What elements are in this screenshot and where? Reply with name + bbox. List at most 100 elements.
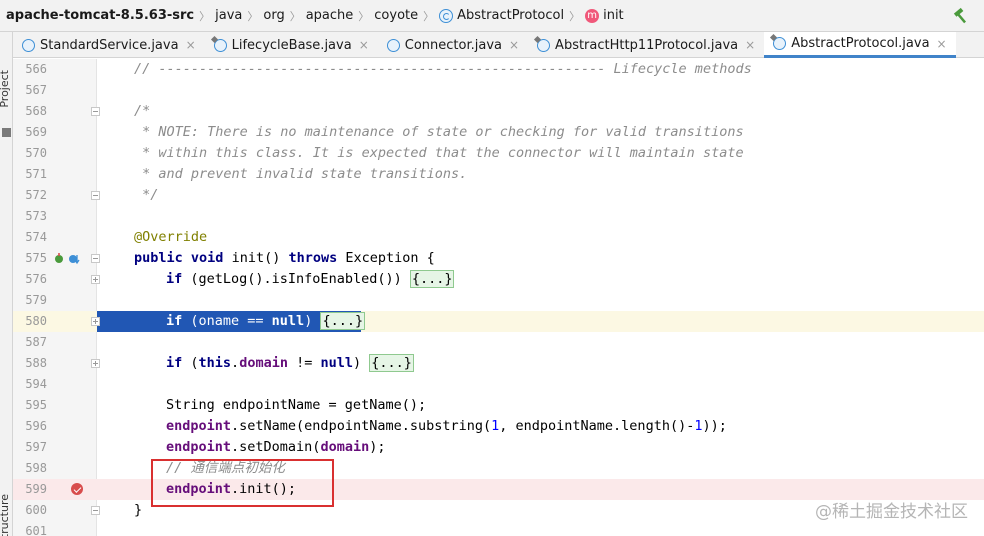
method-icon: m [585, 8, 600, 23]
build-hammer-icon[interactable] [952, 7, 970, 25]
code-line[interactable]: 573 [13, 206, 984, 227]
close-icon[interactable]: × [745, 38, 755, 52]
project-tool-tab[interactable]: Project [0, 70, 11, 108]
tab-lifecycle-base[interactable]: LifecycleBase.java × [205, 32, 378, 58]
code-line[interactable]: 575 public void init() throws Exception … [13, 248, 984, 269]
fold-expand-icon[interactable] [91, 359, 100, 368]
code-text: if (oname == null) {...} [166, 312, 366, 330]
highlight-box [151, 459, 334, 507]
code-line[interactable]: 597 endpoint.setDomain(domain); [13, 437, 984, 458]
code-text: if (this.domain != null) {...} [166, 354, 414, 372]
code-text: public void init() throws Exception { [134, 250, 435, 266]
code-line[interactable]: 595 String endpointName = getName(); [13, 395, 984, 416]
breadcrumb-separator-icon: 〉 [569, 9, 581, 23]
project-folder-icon [2, 128, 11, 137]
code-text: * within this class. It is expected that… [134, 145, 744, 161]
tab-abstract-http11-protocol[interactable]: AbstractHttp11Protocol.java × [528, 32, 764, 58]
abstract-class-icon [537, 38, 551, 52]
code-line[interactable]: 569 * NOTE: There is no maintenance of s… [13, 122, 984, 143]
code-line[interactable]: 588 if (this.domain != null) {...} [13, 353, 984, 374]
code-line-current[interactable]: 580 if (oname == null) {...} [13, 311, 984, 332]
code-text: /* [134, 103, 151, 119]
code-text: String endpointName = getName(); [166, 397, 427, 413]
code-line[interactable]: 587 [13, 332, 984, 353]
abstract-class-icon [213, 38, 227, 52]
line-number: 600 [25, 503, 47, 517]
fold-toggle-icon[interactable] [91, 191, 100, 200]
line-number: 597 [25, 440, 47, 454]
code-line[interactable]: 576 if (getLog().isInfoEnabled()) {...} [13, 269, 984, 290]
breadcrumb-org[interactable]: org [263, 0, 284, 31]
close-icon[interactable]: × [509, 38, 519, 52]
breakpoint-icon[interactable] [71, 483, 83, 495]
fold-expand-icon[interactable] [91, 275, 100, 284]
close-icon[interactable]: × [186, 38, 196, 52]
code-text: */ [134, 187, 159, 203]
line-number: 594 [25, 377, 47, 391]
fold-toggle-icon[interactable] [91, 107, 100, 116]
line-number: 566 [25, 62, 47, 76]
class-icon [22, 38, 35, 52]
code-line[interactable]: 571 * and prevent invalid state transiti… [13, 164, 984, 185]
code-line[interactable]: 567 [13, 80, 984, 101]
code-line[interactable]: 596 endpoint.setName(endpointName.substr… [13, 416, 984, 437]
fold-toggle-icon[interactable] [91, 506, 100, 515]
line-number: 569 [25, 125, 47, 139]
navigation-bar: apache-tomcat-8.5.63-src 〉 java 〉 org 〉 … [0, 0, 984, 32]
folded-block[interactable]: {...} [369, 354, 414, 372]
line-number: 595 [25, 398, 47, 412]
code-text: } [134, 502, 143, 518]
breadcrumb-separator-icon: 〉 [199, 9, 211, 23]
code-line[interactable]: 568 /* [13, 101, 984, 122]
line-number: 596 [25, 419, 47, 433]
structure-tool-tab[interactable]: Structure [0, 494, 11, 536]
line-number: 570 [25, 146, 47, 160]
code-line[interactable]: 601 [13, 521, 984, 536]
tab-connector[interactable]: Connector.java × [378, 32, 528, 58]
line-number: 599 [25, 482, 47, 496]
breadcrumb-java[interactable]: java [215, 0, 242, 31]
code-line[interactable]: 579 [13, 290, 984, 311]
code-line[interactable]: 594 [13, 374, 984, 395]
line-number: 574 [25, 230, 47, 244]
breadcrumb-separator-icon: 〉 [358, 9, 370, 23]
line-number: 579 [25, 293, 47, 307]
breadcrumb-project[interactable]: apache-tomcat-8.5.63-src [6, 0, 194, 31]
class-icon [439, 8, 454, 23]
code-line[interactable]: 572 */ [13, 185, 984, 206]
code-text: if (getLog().isInfoEnabled()) {...} [166, 270, 455, 288]
line-number: 576 [25, 272, 47, 286]
breadcrumb-separator-icon: 〉 [289, 9, 301, 23]
breadcrumb-separator-icon: 〉 [247, 9, 259, 23]
tab-standard-service[interactable]: StandardService.java × [13, 32, 205, 58]
class-icon [386, 38, 400, 52]
tab-abstract-protocol[interactable]: AbstractProtocol.java × [764, 32, 956, 58]
line-number: 573 [25, 209, 47, 223]
code-text: // -------------------------------------… [134, 61, 752, 77]
tool-window-strip: Project Structure [0, 32, 13, 536]
breadcrumb-apache[interactable]: apache [306, 0, 354, 31]
close-icon[interactable]: × [937, 37, 947, 51]
override-implement-markers-icon[interactable] [53, 252, 83, 266]
fold-toggle-icon[interactable] [91, 254, 100, 263]
line-number: 588 [25, 356, 47, 370]
code-line[interactable]: 566 // ---------------------------------… [13, 59, 984, 80]
line-number: 571 [25, 167, 47, 181]
watermark: @稀土掘金技术社区 [815, 502, 968, 522]
code-line[interactable]: 570 * within this class. It is expected … [13, 143, 984, 164]
folded-block[interactable]: {...} [320, 312, 366, 330]
close-icon[interactable]: × [359, 38, 369, 52]
code-text: endpoint.setDomain(domain); [166, 439, 386, 455]
code-line[interactable]: 574 @Override [13, 227, 984, 248]
breadcrumb-init[interactable]: m init [585, 0, 624, 31]
fold-expand-icon[interactable] [91, 317, 100, 326]
breadcrumb-coyote[interactable]: coyote [374, 0, 418, 31]
folded-block[interactable]: {...} [409, 270, 455, 288]
breadcrumb-separator-icon: 〉 [423, 9, 435, 23]
line-number: 601 [25, 524, 47, 536]
line-number: 575 [25, 251, 47, 265]
line-number: 572 [25, 188, 47, 202]
line-number: 568 [25, 104, 47, 118]
line-number: 598 [25, 461, 47, 475]
breadcrumb-abstract-protocol[interactable]: AbstractProtocol [439, 0, 564, 31]
